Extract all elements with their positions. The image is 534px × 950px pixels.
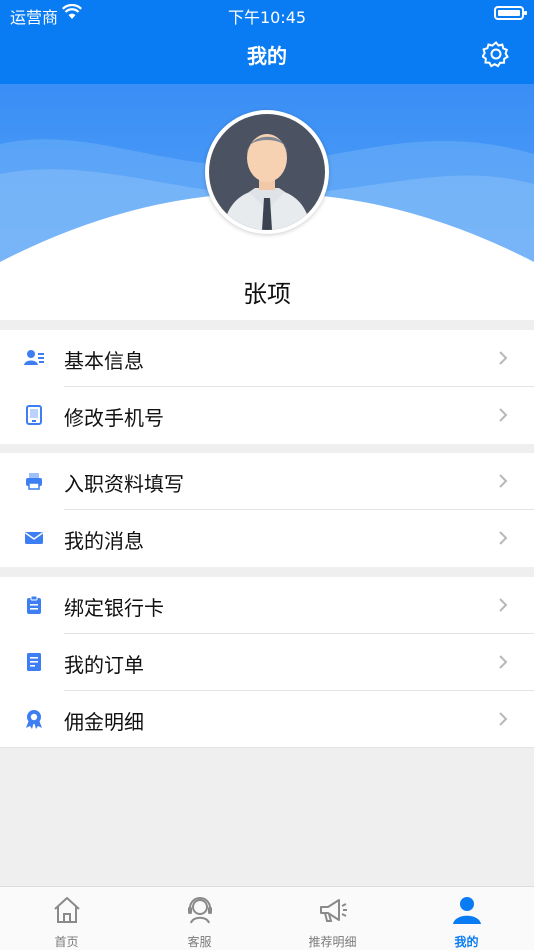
tab-label: 首页 (54, 935, 79, 949)
menu-item-label: 我的消息 (64, 529, 144, 553)
menu-item-label: 入职资料填写 (64, 472, 184, 496)
menu-item-label: 修改手机号 (64, 406, 164, 430)
tab-customer-service[interactable]: 客服 (133, 887, 266, 950)
chevron-right-icon (499, 408, 508, 422)
status-time: 下午10:45 (227, 8, 307, 27)
tab-label: 我的 (454, 935, 479, 949)
chevron-right-icon (499, 598, 508, 612)
menu-group-onboarding: 入职资料填写 我的消息 (0, 453, 534, 567)
envelope-icon (25, 532, 43, 544)
home-icon (53, 897, 80, 923)
headset-icon (187, 897, 212, 924)
menu-item-label: 佣金明细 (64, 710, 144, 734)
menu-item-my-orders[interactable]: 我的订单 (0, 634, 534, 691)
menu-item-onboarding-form[interactable]: 入职资料填写 (0, 453, 534, 510)
chevron-right-icon (499, 712, 508, 726)
menu-item-label: 绑定银行卡 (64, 596, 164, 620)
clipboard-icon (27, 595, 41, 614)
tab-home[interactable]: 首页 (0, 887, 133, 950)
chevron-right-icon (499, 531, 508, 545)
tab-referral-details[interactable]: 推荐明细 (266, 887, 399, 950)
printer-icon (26, 473, 42, 490)
profile-header: 张项 (0, 84, 534, 320)
tab-label: 客服 (187, 935, 212, 949)
page-title: 我的 (247, 44, 287, 68)
id-card-icon (24, 350, 44, 365)
menu-item-commission-details[interactable]: 佣金明细 (0, 691, 534, 748)
divider (0, 747, 534, 748)
megaphone-icon (319, 899, 347, 922)
top-bar: 运营商 下午10:45 我的 (0, 0, 534, 84)
user-name: 张项 (243, 280, 291, 308)
menu-group-finance: 绑定银行卡 我的订单 佣金明细 (0, 577, 534, 748)
award-icon (26, 710, 42, 729)
battery-icon (494, 6, 527, 20)
menu-item-my-messages[interactable]: 我的消息 (0, 510, 534, 567)
document-icon (27, 653, 41, 671)
menu-item-label: 我的订单 (64, 653, 144, 677)
tab-label: 推荐明细 (308, 935, 357, 949)
tab-bar: 首页 客服 推荐明细 我的 (0, 886, 534, 950)
menu-item-basic-info[interactable]: 基本信息 (0, 330, 534, 387)
status-bar: 运营商 下午10:45 (0, 0, 534, 28)
user-avatar-icon (209, 114, 325, 230)
tab-me[interactable]: 我的 (400, 887, 533, 950)
chevron-right-icon (499, 655, 508, 669)
person-icon (452, 897, 481, 924)
menu-group-account: 基本信息 修改手机号 (0, 330, 534, 444)
menu-item-bind-bank-card[interactable]: 绑定银行卡 (0, 577, 534, 634)
gear-icon[interactable] (482, 40, 510, 68)
chevron-right-icon (499, 474, 508, 488)
avatar[interactable] (205, 110, 329, 234)
menu-item-change-phone[interactable]: 修改手机号 (0, 387, 534, 444)
phone-icon (26, 405, 42, 425)
chevron-right-icon (499, 351, 508, 365)
menu-item-label: 基本信息 (64, 349, 144, 373)
